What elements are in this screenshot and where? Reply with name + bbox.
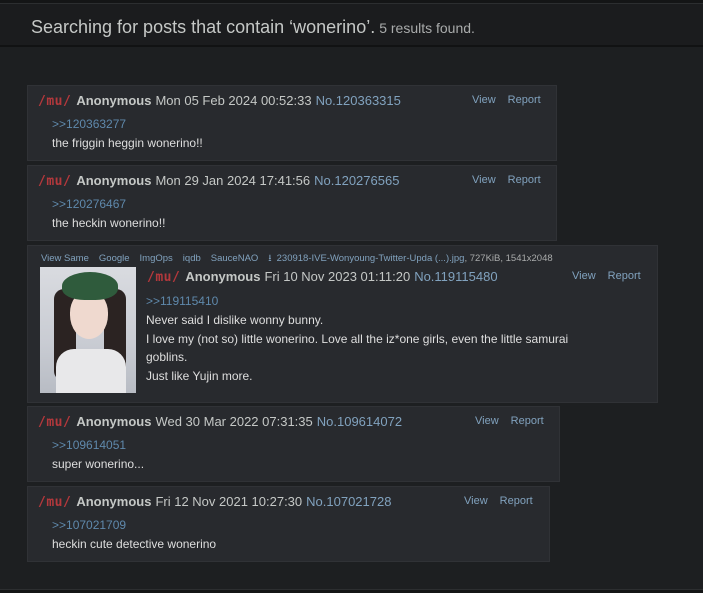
poster-name: Anonymous (76, 414, 152, 429)
search-results-page: Searching for posts that contain ‘woneri… (0, 0, 703, 593)
post: /mu/Anonymous Wed 30 Mar 2022 07:31:35 No.… (27, 406, 560, 482)
post-date: Wed 30 Mar 2022 07:31:35 (155, 414, 313, 429)
search-title-prefix: Searching for posts that contain (31, 17, 290, 37)
report-link[interactable]: Report (608, 270, 641, 282)
quote-link[interactable]: >>119115410 (146, 294, 218, 308)
post-body-line: I love my (not so) little wonerino. Love… (146, 331, 569, 346)
results-count: 5 results found. (379, 20, 475, 36)
search-header: Searching for posts that contain ‘woneri… (0, 3, 703, 47)
post-with-image: View Same Google ImgOps iqdb SauceNAO ⭳ 230918… (27, 245, 658, 403)
quote-link[interactable]: >>107021709 (52, 518, 126, 532)
post-number[interactable]: No.119115480 (414, 269, 497, 284)
post-header: /mu/Anonymous Fri 10 Nov 2023 01:11:20 No.… (147, 269, 498, 285)
board-link[interactable]: /mu/ (38, 415, 71, 430)
post-date: Fri 12 Nov 2021 10:27:30 (155, 494, 303, 509)
report-link[interactable]: Report (508, 94, 541, 106)
post-body-line: goblins. (146, 350, 188, 364)
post-header: /mu/Anonymous Mon 05 Feb 2024 00:52:33 No.… (38, 93, 401, 109)
post: /mu/Anonymous Fri 12 Nov 2021 10:27:30 No.… (27, 486, 550, 562)
post-body-line: Never said I dislike wonny bunny. (146, 313, 324, 327)
board-link[interactable]: /mu/ (38, 495, 71, 510)
post-body: Never said I dislike wonny bunny. I love… (146, 311, 616, 385)
post-actions: View Report (460, 94, 541, 106)
post-number[interactable]: No.109614072 (317, 414, 402, 429)
post-thumbnail[interactable] (40, 267, 136, 393)
post-actions: View Report (463, 415, 544, 427)
file-info-bar: View Same Google ImgOps iqdb SauceNAO ⭳ 230918… (41, 251, 553, 267)
post-number[interactable]: No.107021728 (306, 494, 391, 509)
post: /mu/Anonymous Mon 29 Jan 2024 17:41:56 No.… (27, 165, 557, 241)
post-date: Mon 29 Jan 2024 17:41:56 (155, 173, 311, 188)
saucenao-link[interactable]: SauceNAO (211, 253, 259, 264)
report-link[interactable]: Report (511, 415, 544, 427)
post-body: the friggin heggin wonerino!! (52, 136, 203, 150)
post-actions: View Report (560, 270, 641, 282)
search-summary: Searching for posts that contain ‘woneri… (31, 17, 475, 38)
post: /mu/Anonymous Mon 05 Feb 2024 00:52:33 No.… (27, 85, 557, 161)
post-actions: View Report (460, 174, 541, 186)
download-icon[interactable]: ⭳ (268, 253, 271, 264)
board-link[interactable]: /mu/ (38, 174, 71, 189)
post-header: /mu/Anonymous Mon 29 Jan 2024 17:41:56 No.… (38, 173, 399, 189)
view-link[interactable]: View (472, 174, 496, 186)
quote-link[interactable]: >>120363277 (52, 117, 126, 131)
poster-name: Anonymous (185, 269, 261, 284)
post-actions: View Report (452, 495, 533, 507)
view-same-link[interactable]: View Same (41, 253, 89, 264)
board-link[interactable]: /mu/ (147, 270, 180, 285)
post-header: /mu/Anonymous Wed 30 Mar 2022 07:31:35 No.… (38, 414, 402, 430)
quote-link[interactable]: >>109614051 (52, 438, 126, 452)
report-link[interactable]: Report (508, 174, 541, 186)
google-link[interactable]: Google (99, 253, 130, 264)
post-number[interactable]: No.120276565 (314, 173, 399, 188)
file-details: , 727KiB, 1541x2048 (464, 253, 553, 264)
board-link[interactable]: /mu/ (38, 94, 71, 109)
view-link[interactable]: View (572, 270, 596, 282)
post-number[interactable]: No.120363315 (316, 93, 401, 108)
quote-link[interactable]: >>120276467 (52, 197, 126, 211)
view-link[interactable]: View (464, 495, 488, 507)
poster-name: Anonymous (76, 494, 152, 509)
file-name-link[interactable]: 230918-IVE-Wonyoung-Twitter-Upda (...).j… (277, 253, 465, 264)
post-header: /mu/Anonymous Fri 12 Nov 2021 10:27:30 No.… (38, 494, 391, 510)
report-link[interactable]: Report (500, 495, 533, 507)
poster-name: Anonymous (76, 93, 152, 108)
search-query: ‘wonerino’. (289, 17, 376, 37)
post-body: the heckin wonerino!! (52, 216, 166, 230)
post-body: super wonerino... (52, 457, 145, 471)
view-link[interactable]: View (472, 94, 496, 106)
post-body: heckin cute detective wonerino (52, 537, 217, 551)
imgops-link[interactable]: ImgOps (140, 253, 173, 264)
bottom-border (0, 589, 703, 593)
poster-name: Anonymous (76, 173, 152, 188)
post-date: Fri 10 Nov 2023 01:11:20 (264, 269, 411, 284)
post-date: Mon 05 Feb 2024 00:52:33 (155, 93, 312, 108)
view-link[interactable]: View (475, 415, 499, 427)
iqdb-link[interactable]: iqdb (183, 253, 201, 264)
post-body-line: Just like Yujin more. (146, 368, 253, 383)
